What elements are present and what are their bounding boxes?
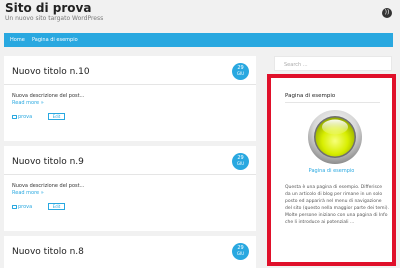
post-title[interactable]: Nuovo titolo n.8	[12, 247, 84, 257]
post-date-month: GIU	[236, 71, 245, 76]
read-more-link[interactable]: Read more »	[12, 190, 44, 196]
folder-icon	[12, 114, 17, 119]
read-more-link[interactable]: Read more »	[12, 100, 44, 106]
post-card: Nuovo titolo n.10 29 GIU Nuova descrizio…	[4, 56, 256, 141]
search-placeholder: Search ...	[284, 62, 308, 68]
search-input[interactable]: Search ...	[274, 56, 392, 71]
site-header: Sito di prova Un nuovo sito targato Word…	[0, 0, 400, 30]
post-category-link[interactable]: prova	[12, 204, 32, 210]
post-divider	[4, 84, 256, 85]
post-description: Nuova descrizione del post...	[12, 93, 85, 99]
widget-title: Pagina di esempio	[285, 93, 336, 99]
folder-icon	[12, 204, 17, 209]
post-category-label: prova	[18, 114, 33, 120]
post-divider	[4, 174, 256, 175]
post-date-badge: 29 GIU	[232, 63, 249, 80]
widget-divider	[285, 102, 380, 103]
nav-item-pagina-di-esempio[interactable]: Pagina di esempio	[32, 33, 78, 47]
post-card: Nuovo titolo n.8 29 GIU	[4, 236, 256, 268]
widget-text: Questa è una pagina di esempio. Differis…	[285, 185, 389, 225]
post-category-link[interactable]: prova	[12, 114, 32, 120]
rss-icon[interactable]: ))	[382, 8, 392, 18]
post-date-badge: 29 GIU	[232, 153, 249, 170]
page-widget: Pagina di esempio Pagina di esempio Ques…	[267, 74, 396, 266]
nav-item-home[interactable]: Home	[10, 33, 25, 47]
post-description: Nuova descrizione del post...	[12, 183, 85, 189]
post-title[interactable]: Nuovo titolo n.9	[12, 157, 84, 167]
widget-image-caption[interactable]: Pagina di esempio	[271, 168, 392, 174]
post-title[interactable]: Nuovo titolo n.10	[12, 67, 90, 77]
lightbulb-button-image[interactable]	[307, 109, 363, 165]
main-navigation: Home Pagina di esempio	[4, 33, 393, 47]
site-description: Un nuovo sito targato WordPress	[5, 15, 104, 22]
post-date-badge: 29 GIU	[232, 243, 249, 260]
post-date-month: GIU	[236, 251, 245, 256]
post-date-month: GIU	[236, 161, 245, 166]
site-title[interactable]: Sito di prova	[5, 1, 91, 15]
post-category-label: prova	[18, 204, 33, 210]
edit-button[interactable]: Edit	[48, 203, 65, 210]
post-card: Nuovo titolo n.9 29 GIU Nuova descrizion…	[4, 146, 256, 231]
edit-button[interactable]: Edit	[48, 113, 65, 120]
